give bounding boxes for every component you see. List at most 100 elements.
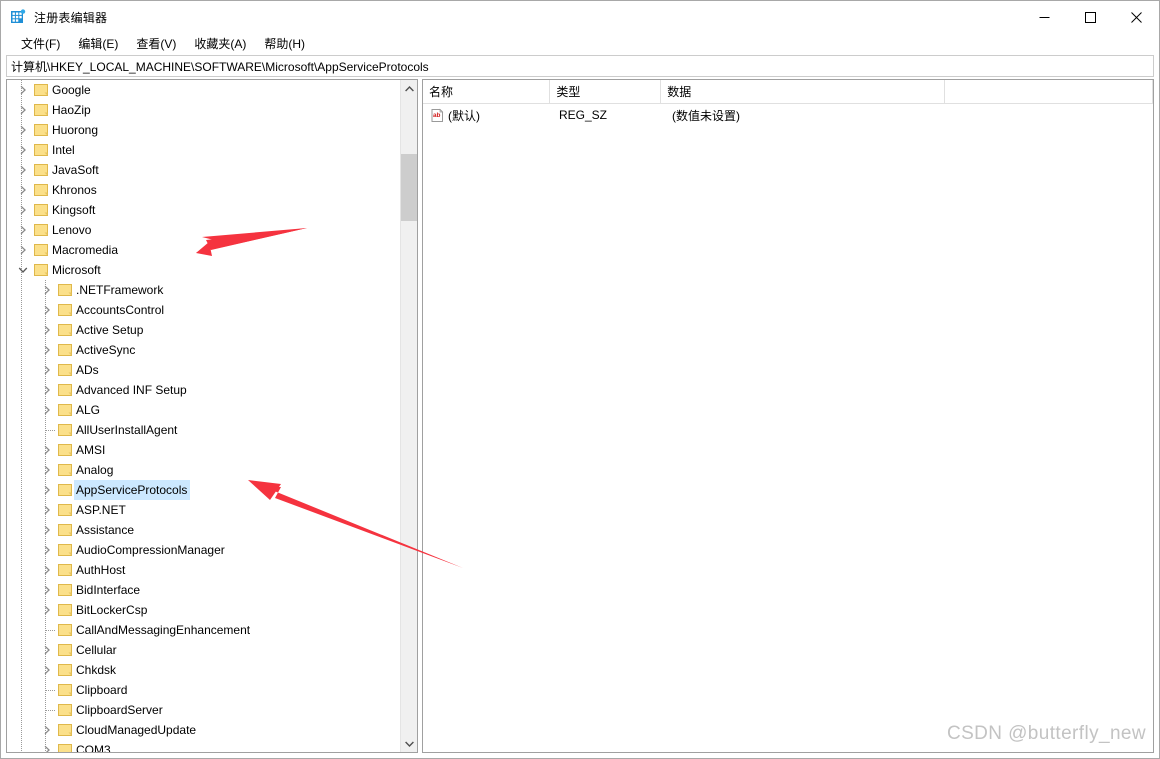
tree-item-label: Huorong [52, 123, 99, 137]
tree-item-activesync[interactable]: ActiveSync [7, 340, 400, 360]
tree-item-audiocompressionmanager[interactable]: AudioCompressionManager [7, 540, 400, 560]
tree-item-chkdsk[interactable]: Chkdsk [7, 660, 400, 680]
value-data-cell: (数值未设置) [672, 108, 740, 123]
close-button[interactable] [1113, 1, 1159, 33]
column-header-3[interactable]: 数据 [661, 80, 946, 103]
value-row[interactable]: ab (默认) REG_SZ (数值未设置) [423, 104, 1153, 126]
menu-bar: 文件(F) 编辑(E) 查看(V) 收藏夹(A) 帮助(H) [1, 33, 1159, 55]
tree-item-label: AuthHost [76, 563, 126, 577]
menu-item-3[interactable]: 查看(V) [127, 33, 185, 55]
tree-item-cloudmanagedupdate[interactable]: CloudManagedUpdate [7, 720, 400, 740]
tree-item-assistance[interactable]: Assistance [7, 520, 400, 540]
chevron-right-icon[interactable] [39, 280, 55, 300]
chevron-down-icon[interactable] [15, 260, 31, 280]
chevron-right-icon[interactable] [39, 480, 55, 500]
tree-item-label: CallAndMessagingEnhancement [76, 623, 251, 637]
tree-item-lenovo[interactable]: Lenovo [7, 220, 400, 240]
tree-item-alluserinstallagent[interactable]: AllUserInstallAgent [7, 420, 400, 440]
tree-item-alg[interactable]: ALG [7, 400, 400, 420]
column-header-2[interactable]: 类型 [550, 80, 662, 103]
tree-item-appserviceprotocols[interactable]: AppServiceProtocols [7, 480, 400, 500]
tree-item-authhost[interactable]: AuthHost [7, 560, 400, 580]
title-bar: 注册表编辑器 [1, 1, 1159, 33]
chevron-right-icon[interactable] [39, 600, 55, 620]
chevron-right-icon[interactable] [39, 660, 55, 680]
tree-item-haozip[interactable]: HaoZip [7, 100, 400, 120]
tree-item-clipboard[interactable]: Clipboard [7, 680, 400, 700]
tree-item-macromedia[interactable]: Macromedia [7, 240, 400, 260]
scroll-down-button[interactable] [401, 735, 417, 752]
chevron-right-icon[interactable] [15, 200, 31, 220]
folder-icon [57, 482, 73, 498]
folder-icon [57, 502, 73, 518]
folder-icon [57, 362, 73, 378]
chevron-right-icon[interactable] [39, 440, 55, 460]
maximize-button[interactable] [1067, 1, 1113, 33]
chevron-right-icon[interactable] [39, 360, 55, 380]
tree-item-huorong[interactable]: Huorong [7, 120, 400, 140]
chevron-right-icon[interactable] [39, 460, 55, 480]
chevron-right-icon[interactable] [39, 400, 55, 420]
tree-item-microsoft[interactable]: Microsoft [7, 260, 400, 280]
tree-item-analog[interactable]: Analog [7, 460, 400, 480]
chevron-right-icon[interactable] [39, 580, 55, 600]
menu-item-5[interactable]: 帮助(H) [255, 33, 314, 55]
chevron-right-icon[interactable] [39, 380, 55, 400]
tree-item-ads[interactable]: ADs [7, 360, 400, 380]
chevron-right-icon[interactable] [15, 100, 31, 120]
column-header-4[interactable] [945, 80, 1153, 103]
address-bar[interactable]: 计算机\HKEY_LOCAL_MACHINE\SOFTWARE\Microsof… [6, 55, 1154, 77]
folder-icon [33, 82, 49, 98]
tree-item-google[interactable]: Google [7, 80, 400, 100]
tree-item-amsi[interactable]: AMSI [7, 440, 400, 460]
chevron-right-icon[interactable] [15, 240, 31, 260]
chevron-right-icon[interactable] [15, 120, 31, 140]
tree-item-advanced-inf-setup[interactable]: Advanced INF Setup [7, 380, 400, 400]
column-header-1[interactable]: 名称 [423, 80, 551, 103]
chevron-right-icon[interactable] [39, 720, 55, 740]
tree-item-com3[interactable]: COM3 [7, 740, 400, 752]
tree-item-clipboardserver[interactable]: ClipboardServer [7, 700, 400, 720]
tree-item-asp-net[interactable]: ASP.NET [7, 500, 400, 520]
chevron-right-icon[interactable] [39, 320, 55, 340]
tree-vertical-scrollbar[interactable] [400, 80, 417, 752]
chevron-right-icon[interactable] [15, 180, 31, 200]
menu-item-4[interactable]: 收藏夹(A) [185, 33, 255, 55]
tree-item-kingsoft[interactable]: Kingsoft [7, 200, 400, 220]
tree-item-netframework[interactable]: .NETFramework [7, 280, 400, 300]
tree-item-label: Chkdsk [76, 663, 117, 677]
tree-item-callandmessagingenhancement[interactable]: CallAndMessagingEnhancement [7, 620, 400, 640]
chevron-right-icon[interactable] [39, 560, 55, 580]
scroll-thumb[interactable] [401, 154, 417, 221]
tree-item-bidinterface[interactable]: BidInterface [7, 580, 400, 600]
chevron-right-icon[interactable] [15, 160, 31, 180]
registry-path: 计算机\HKEY_LOCAL_MACHINE\SOFTWARE\Microsof… [11, 59, 429, 74]
tree-item-bitlockercsp[interactable]: BitLockerCsp [7, 600, 400, 620]
menu-item-2[interactable]: 编辑(E) [69, 33, 127, 55]
minimize-button[interactable] [1021, 1, 1067, 33]
folder-icon [57, 462, 73, 478]
registry-tree-scroll: Google HaoZip Huorong Intel JavaSoft Khronos K… [7, 80, 400, 752]
tree-item-javasoft[interactable]: JavaSoft [7, 160, 400, 180]
chevron-right-icon[interactable] [39, 300, 55, 320]
tree-item-intel[interactable]: Intel [7, 140, 400, 160]
chevron-right-icon[interactable] [39, 500, 55, 520]
tree-item-accountscontrol[interactable]: AccountsControl [7, 300, 400, 320]
menu-item-1[interactable]: 文件(F) [12, 33, 69, 55]
chevron-right-icon[interactable] [15, 140, 31, 160]
tree-item-active-setup[interactable]: Active Setup [7, 320, 400, 340]
chevron-right-icon[interactable] [39, 640, 55, 660]
chevron-right-icon[interactable] [39, 740, 55, 752]
chevron-right-icon[interactable] [39, 540, 55, 560]
folder-icon [57, 542, 73, 558]
chevron-right-icon[interactable] [15, 220, 31, 240]
chevron-right-icon[interactable] [15, 80, 31, 100]
chevron-right-icon[interactable] [39, 340, 55, 360]
tree-item-label: ADs [76, 363, 99, 377]
chevron-right-icon[interactable] [39, 520, 55, 540]
tree-item-khronos[interactable]: Khronos [7, 180, 400, 200]
scroll-up-button[interactable] [401, 80, 417, 97]
folder-icon [57, 742, 73, 752]
tree-item-cellular[interactable]: Cellular [7, 640, 400, 660]
folder-icon [33, 142, 49, 158]
